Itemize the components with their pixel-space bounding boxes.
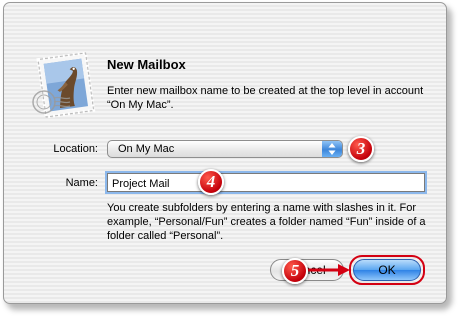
subfolder-hint-text: You create subfolders by entering a name…	[107, 202, 426, 242]
mailbox-name-field-frame	[107, 173, 425, 193]
location-popup[interactable]: On My Mac	[107, 140, 343, 158]
dialog-title: New Mailbox	[107, 57, 186, 72]
callout-arrow-icon	[304, 264, 350, 276]
location-selected-value: On My Mac	[118, 143, 175, 155]
mail-stamp-eagle-icon	[32, 52, 96, 119]
up-down-arrows-icon	[322, 141, 342, 157]
dialog-description: Enter new mailbox name to be created at …	[107, 85, 424, 111]
mailbox-name-input[interactable]	[108, 175, 424, 193]
callout-step-3: 3	[348, 136, 374, 162]
name-label: Name:	[65, 177, 98, 189]
ok-button[interactable]: OK	[353, 259, 421, 281]
callout-step-4: 4	[198, 169, 224, 195]
callout-step-5: 5	[282, 258, 308, 284]
location-label: Location:	[53, 143, 98, 155]
